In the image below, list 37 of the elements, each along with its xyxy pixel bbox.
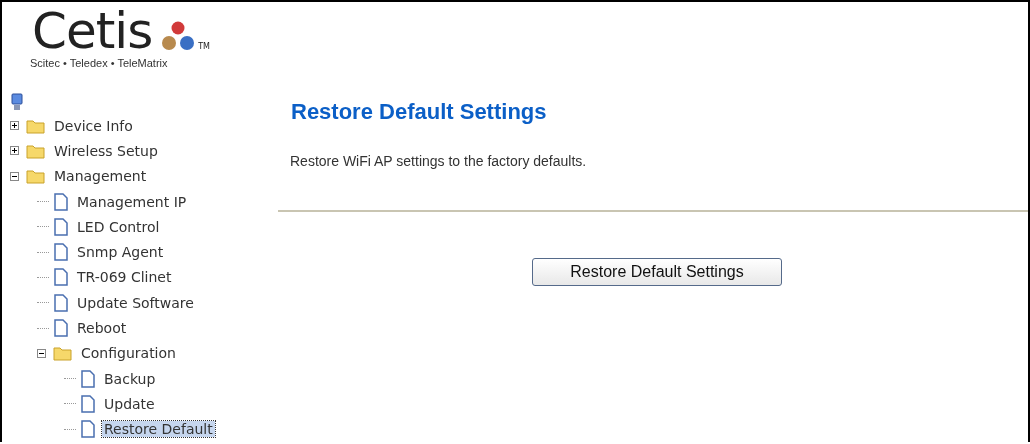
document-icon [53,268,69,287]
logo-tagline: Scitec • Teledex • TeleMatrix [29,57,169,69]
tree-item[interactable]: Device Info [52,117,135,134]
tree-item[interactable]: Update [102,395,157,412]
computer-icon [11,93,23,111]
expander-icon[interactable] [10,121,19,131]
folder-icon [53,345,73,362]
tree-item[interactable]: Configuration [79,345,178,362]
document-icon [53,293,69,312]
tree-item[interactable]: Management [52,168,149,185]
tree-item[interactable]: Management IP [75,193,189,210]
document-icon [80,394,96,413]
page-description: Restore WiFi AP settings to the factory defaults. [290,153,588,169]
document-icon [53,319,69,337]
folder-icon [26,168,46,185]
tree-item[interactable]: TR-069 Clinet [75,269,174,286]
page-title: Restore Default Settings [291,99,548,125]
document-icon [53,217,69,236]
tree-item[interactable]: LED Control [75,218,162,235]
document-icon [80,420,96,439]
tree-item[interactable]: Backup [102,370,158,387]
logo-wordmark: Cetis [32,5,153,57]
expander-icon[interactable] [10,171,19,181]
folder-icon [26,142,46,159]
tree-item[interactable]: Update Software [75,294,196,311]
restore-default-button[interactable]: Restore Default Settings [532,258,782,286]
tree-item[interactable]: Restore Default [102,421,215,438]
document-icon [53,243,69,262]
tree-item[interactable]: Reboot [75,320,129,336]
document-icon [53,192,69,211]
document-icon [80,369,96,388]
expander-icon[interactable] [37,348,46,358]
tree-item[interactable]: Wireless Setup [52,142,160,159]
trademark-mark: TM [198,42,211,51]
folder-icon [26,117,46,134]
expander-icon[interactable] [10,146,19,156]
tree-item[interactable]: Snmp Agent [75,244,166,261]
